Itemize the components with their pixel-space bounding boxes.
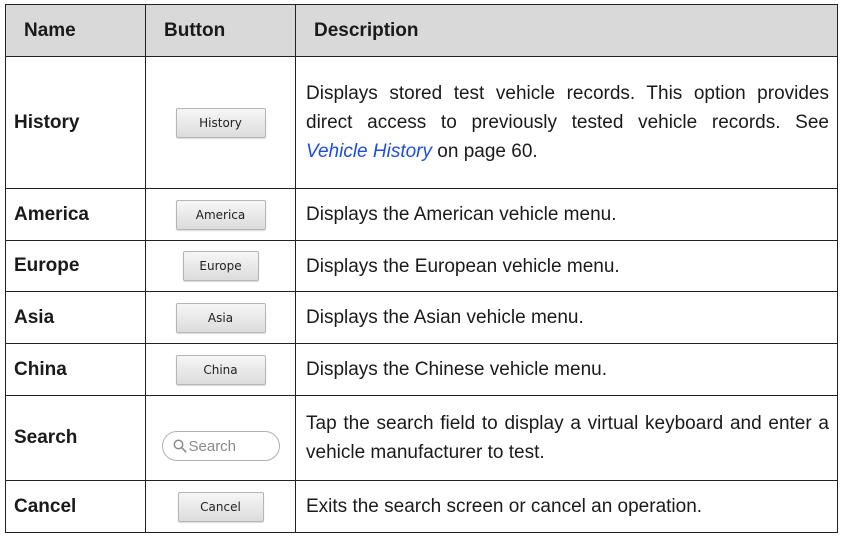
table-row: Asia Asia Displays the Asian vehicle men… xyxy=(5,291,838,344)
row-name: China xyxy=(5,343,146,396)
table-row: Search Search Tap the search field to di… xyxy=(5,395,838,481)
row-description: Tap the search field to display a virtua… xyxy=(295,395,838,481)
description-text-tail: on page 60. xyxy=(432,141,538,162)
button-cell: Cancel xyxy=(145,480,296,533)
europe-button[interactable]: Europe xyxy=(182,251,259,281)
header-button: Button xyxy=(145,4,296,57)
button-cell: Asia xyxy=(145,291,296,344)
table-header-row: Name Button Description xyxy=(5,4,838,57)
history-button[interactable]: History xyxy=(175,107,266,138)
row-name: Search xyxy=(5,395,146,481)
row-name: Asia xyxy=(5,291,146,344)
row-description: Displays stored test vehicle records. Th… xyxy=(295,56,838,189)
row-name: Cancel xyxy=(5,480,146,533)
description-text: Displays stored test vehicle records. Th… xyxy=(306,83,829,133)
china-button[interactable]: China xyxy=(175,354,266,385)
button-reference-table: Name Button Description History History … xyxy=(5,4,838,533)
table-row: China China Displays the Chinese vehicle… xyxy=(5,343,838,396)
button-cell: China xyxy=(145,343,296,396)
search-placeholder: Search xyxy=(188,438,237,455)
row-description: Displays the European vehicle menu. xyxy=(295,240,838,292)
header-name: Name xyxy=(5,4,146,57)
button-cell: History xyxy=(145,56,296,189)
vehicle-history-link[interactable]: Vehicle History xyxy=(306,141,432,162)
table-row: History History Displays stored test veh… xyxy=(5,56,838,189)
table-row: Cancel Cancel Exits the search screen or… xyxy=(5,480,838,533)
row-name: History xyxy=(5,56,146,189)
row-description: Displays the Asian vehicle menu. xyxy=(295,291,838,344)
button-cell: Search xyxy=(145,395,296,481)
row-description: Displays the Chinese vehicle menu. xyxy=(295,343,838,396)
row-description: Displays the American vehicle menu. xyxy=(295,188,838,241)
search-input[interactable]: Search xyxy=(161,431,280,461)
header-description: Description xyxy=(295,4,838,57)
row-description: Exits the search screen or cancel an ope… xyxy=(295,480,838,533)
row-name: America xyxy=(5,188,146,241)
button-cell: America xyxy=(145,188,296,241)
asia-button[interactable]: Asia xyxy=(175,302,266,333)
magnifier-icon xyxy=(173,439,187,453)
america-button[interactable]: America xyxy=(175,199,266,230)
table-row: America America Displays the American ve… xyxy=(5,188,838,241)
table-row: Europe Europe Displays the European vehi… xyxy=(5,240,838,292)
cancel-button[interactable]: Cancel xyxy=(177,491,264,522)
row-name: Europe xyxy=(5,240,146,292)
button-cell: Europe xyxy=(145,240,296,292)
